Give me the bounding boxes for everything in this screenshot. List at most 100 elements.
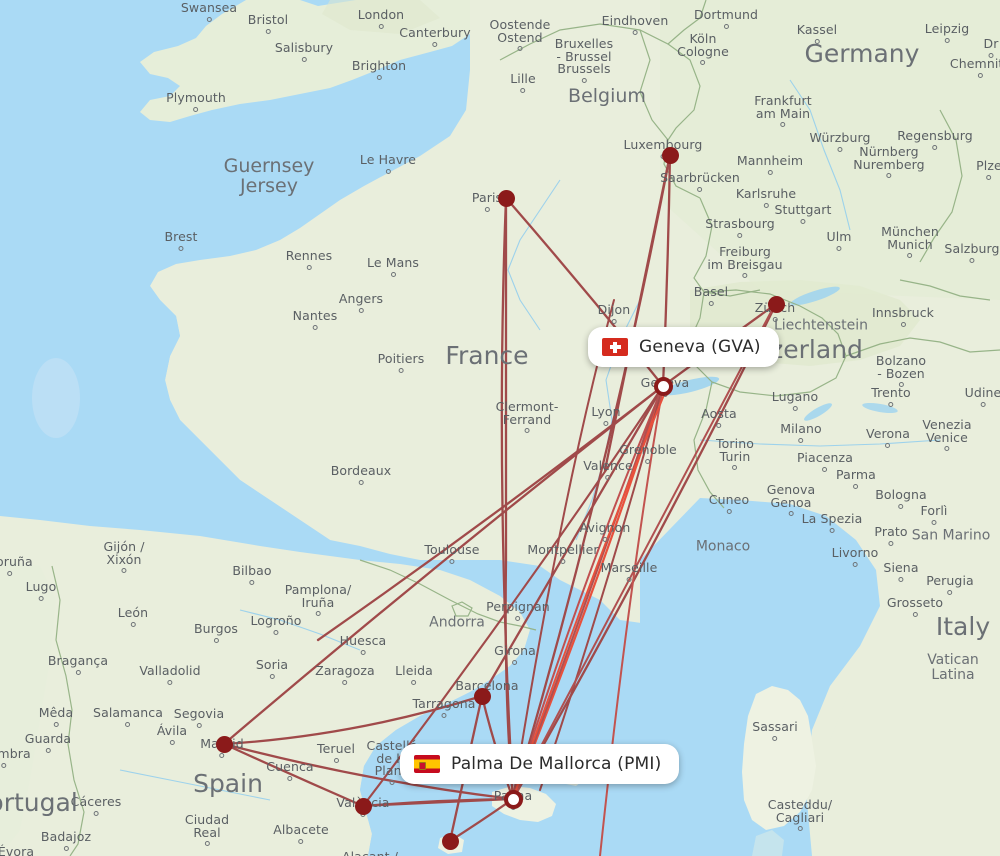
city-label: London [357,7,405,29]
city-dot-icon [912,611,918,617]
city-label: Milano [780,421,822,443]
hub-marker-gva[interactable] [653,376,673,396]
city-label: Grosseto [886,595,944,617]
city-label-text: Nantes [292,308,338,323]
city-label: Évora [0,845,34,856]
city-dot-icon [385,168,391,174]
city-dot-icon [441,712,447,718]
city-label-text: Livorno [831,545,879,560]
city-dot-icon [700,60,706,65]
city-label-text: Freiburg im Breisgau [707,244,783,272]
city-dot-icon [167,679,173,685]
city-dot-icon [853,483,859,489]
city-label: Forlì [921,504,948,525]
city-dot-icon [900,321,906,327]
city-label-text: Grosseto [886,595,944,610]
city-label-text: Ávila [156,723,188,738]
city-label-text: Salisbury [274,40,334,55]
city-label: Le Mans [367,256,419,277]
city-label-text: Swansea [180,0,238,15]
city-label-text: León [117,605,149,620]
city-dot-icon [306,264,312,270]
city-dot-icon [398,367,404,373]
city-label: Coimbra [0,746,31,768]
city-label-text: Piacenza [797,450,853,465]
city-dot-icon [512,659,518,665]
city-label-text: Kassel [796,22,838,37]
city-label-text: Genova Genoa [766,482,816,510]
flight-route-map[interactable]: Swansea Bristol London Canterbury Oostende O… [0,0,1000,856]
city-label-text: Perpignan [486,599,550,614]
city-dot-icon [737,232,743,238]
city-label: Prato [874,525,907,546]
route-node-marker[interactable] [354,797,372,815]
city-label-text: Salamanca [93,705,163,720]
city-label: Casteddu/ Cagliari [767,797,833,831]
city-label: Kassel [796,22,838,44]
city-label: Pamplona/ Iruña [285,583,352,616]
city-label: Lille [510,72,536,93]
city-label: Udine [965,386,1000,407]
city-label: Brighton [352,59,406,80]
route-node-marker[interactable] [661,146,679,164]
city-label-text: Teruel [316,741,356,756]
city-dot-icon [273,629,279,635]
route-node-marker[interactable] [473,687,491,705]
city-label: Genova Genoa [766,482,816,516]
country-label: Vatican Latina [927,652,979,683]
city-label-text: Milano [780,421,822,436]
city-label-text: Perugia [926,573,974,588]
city-dot-icon [603,420,609,426]
route-node-marker[interactable] [215,735,233,753]
city-label: Marseille [601,561,658,582]
country-label: Liechtenstein [773,317,869,334]
city-dot-icon [944,446,950,451]
route-node-marker[interactable] [497,189,515,207]
city-label-text: Brest [164,229,198,244]
city-label: Valladolid [139,664,201,685]
hub-marker-pmi[interactable] [503,789,523,809]
city-dot-icon [837,146,843,152]
city-label: Dijon [598,303,631,324]
city-label: Perpignan [486,599,550,621]
city-dot-icon [829,527,835,533]
city-label-text: Saarbrücken [660,170,740,185]
city-label: La Spezia [802,512,863,533]
city-dot-icon [63,845,69,851]
city-dot-icon [723,23,729,29]
city-dot-icon [898,576,904,582]
city-dot-icon [7,570,13,576]
city-label-text: Coimbra [0,746,31,761]
city-label: León [117,605,149,627]
city-label: Lugo [26,580,57,601]
city-dot-icon [986,174,992,180]
city-label-text: Aosta [701,406,737,421]
airport-tooltip-label: Geneva (GVA) [639,337,761,357]
airport-tooltip-pmi[interactable]: Palma De Mallorca (PMI) [400,744,680,784]
city-label-text: Burgos [193,621,239,636]
route-node-marker[interactable] [441,832,459,850]
route-node-marker[interactable] [767,295,785,313]
city-label-text: Badajoz [40,829,92,844]
city-label: Brest [164,229,198,251]
city-label: Verona [866,427,910,448]
airport-tooltip-gva[interactable]: Geneva (GVA) [588,327,779,367]
city-label: Perugia [926,573,974,595]
city-label: Chemnitz [950,57,1000,78]
city-dot-icon [125,721,131,727]
city-label-text: Poitiers [377,351,425,366]
city-label: Canterbury [399,26,471,47]
city-label-text: Bologna [875,487,927,502]
city-label-text: Casteddu/ Cagliari [767,797,833,825]
city-dot-icon [797,826,803,831]
city-label: Cáceres [71,795,122,816]
city-dot-icon [560,558,566,564]
city-dot-icon [312,324,318,330]
city-dot-icon [798,437,804,443]
city-label-text: London [357,7,405,22]
city-dot-icon [358,479,364,485]
city-label: Regensburg [897,129,973,150]
city-dot-icon [204,841,210,846]
city-label-text: Leipzig [924,21,970,36]
city-label: Karlsruhe [736,187,796,208]
